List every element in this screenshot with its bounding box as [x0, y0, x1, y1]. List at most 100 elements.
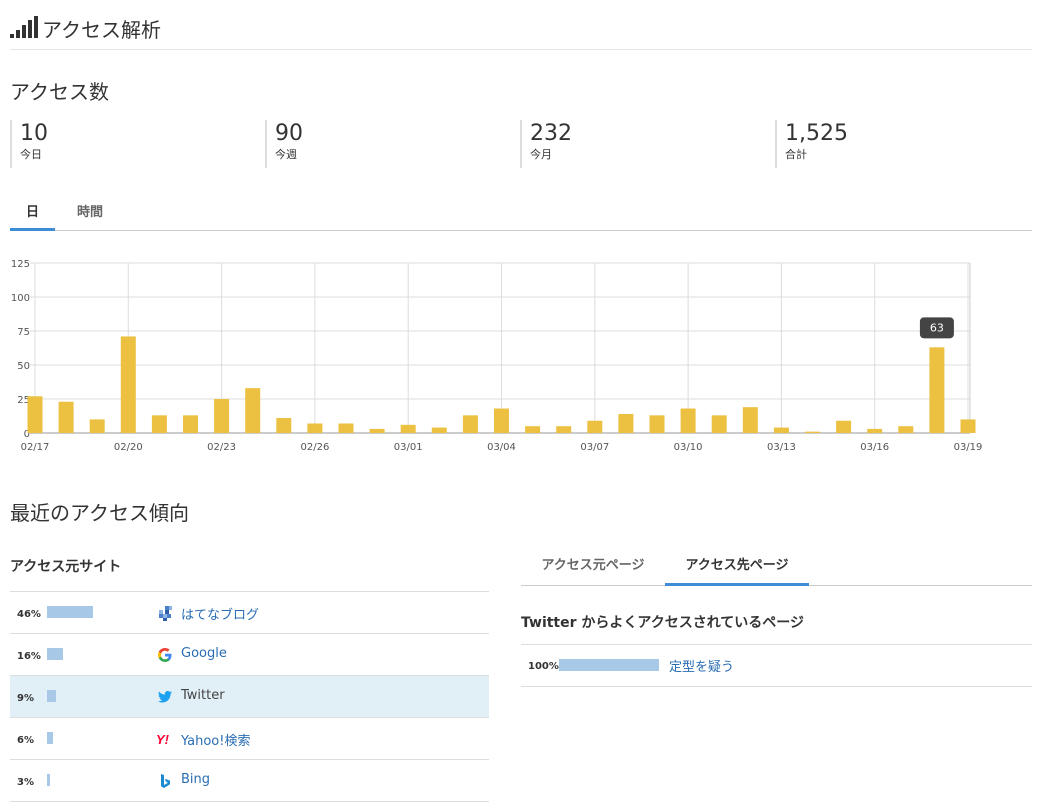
- x-tick-label: 03/16: [860, 442, 889, 453]
- x-tick-label: 03/07: [580, 442, 609, 453]
- source-name-twitter[interactable]: Twitter: [181, 688, 225, 703]
- source-percent: 46%: [17, 609, 41, 620]
- y-tick-label: 100: [11, 293, 30, 304]
- hatena-blog-icon: [159, 606, 172, 621]
- yahoo-icon: Y!: [156, 732, 170, 747]
- page-tabs: アクセス元ページ アクセス先ページ: [521, 543, 1032, 586]
- source-share-bar: [47, 648, 63, 660]
- bing-icon: [161, 774, 170, 788]
- source-percent: 3%: [17, 777, 34, 788]
- source-share-bar: [47, 774, 50, 786]
- bar-02/18: [58, 401, 74, 433]
- bar-02/23: [214, 399, 230, 433]
- source-row: 3% Bing: [10, 760, 489, 802]
- stat-label: 今週: [275, 148, 297, 161]
- bar-03/13: [773, 427, 789, 433]
- bar-03/15: [836, 420, 852, 433]
- bar-03/04: [494, 408, 509, 433]
- daily-access-chart: 025507510012502/17 02/20 02/23 02/26 03/01 03…: [11, 259, 983, 453]
- google-icon: [158, 648, 172, 662]
- stat-value: 90: [275, 121, 303, 146]
- bar-02/25: [276, 418, 292, 433]
- source-row-highlighted: 9% Twitter: [10, 676, 489, 718]
- bar-02/24: [245, 388, 261, 433]
- source-percent: 9%: [17, 693, 34, 704]
- destination-link[interactable]: 定型を疑う: [669, 656, 734, 675]
- tab-destination-pages[interactable]: アクセス先ページ: [665, 543, 809, 586]
- signal-bars-icon: [10, 16, 38, 38]
- y-tick-label: 75: [17, 327, 30, 338]
- stat-value: 1,525: [785, 121, 848, 146]
- tooltip-value: 63: [930, 321, 944, 334]
- stat-week: 90 今週: [265, 120, 303, 168]
- bar-02/28: [369, 428, 385, 433]
- bar-03/08: [618, 413, 634, 433]
- stats-row: 10 今日 90 今週 232 今月 1,525 合計: [10, 120, 1032, 168]
- x-tick-label: 02/23: [207, 442, 236, 453]
- destination-title: Twitter からよくアクセスされているページ: [521, 602, 1032, 645]
- bar-03/01: [400, 424, 416, 433]
- x-tick-label: 03/10: [674, 442, 703, 453]
- source-link-yahoo[interactable]: Yahoo!検索: [181, 730, 250, 749]
- stat-value: 232: [530, 121, 572, 146]
- access-sources-panel: アクセス元サイト 46% はてなブログ 16% Google 9% Twitte…: [10, 550, 489, 802]
- x-tick-label: 03/13: [767, 442, 796, 453]
- stat-total: 1,525 合計: [775, 120, 848, 168]
- bar-03/12: [742, 407, 758, 433]
- source-link-hatena[interactable]: はてなブログ: [181, 604, 259, 623]
- bar-02/19: [89, 419, 105, 433]
- bar-02/22: [183, 415, 198, 433]
- stat-label: 今月: [530, 148, 552, 161]
- bar-03/02: [431, 427, 447, 433]
- twitter-icon: [158, 691, 172, 703]
- source-share-bar: [47, 606, 93, 618]
- bar-03/07: [587, 420, 603, 433]
- source-link-bing[interactable]: Bing: [181, 772, 210, 787]
- source-share-bar: [47, 690, 56, 702]
- tab-hour[interactable]: 時間: [65, 194, 115, 231]
- source-row: 6% Y! Yahoo!検索: [10, 718, 489, 760]
- y-tick-label: 50: [17, 361, 30, 372]
- tab-source-pages[interactable]: アクセス元ページ: [521, 543, 665, 586]
- source-link-google[interactable]: Google: [181, 646, 227, 661]
- bar-03/11: [711, 415, 727, 433]
- y-tick-label: 125: [11, 259, 30, 270]
- sources-list: 46% はてなブログ 16% Google 9% Twitter 6% Y! Y…: [10, 592, 489, 802]
- source-row: 46% はてなブログ: [10, 592, 489, 634]
- bar-03/10: [680, 408, 696, 433]
- x-tick-label: 02/26: [300, 442, 329, 453]
- destination-row: 100% 定型を疑う: [521, 645, 1032, 687]
- bar-03/17: [898, 426, 914, 433]
- source-percent: 6%: [17, 735, 34, 746]
- stat-label: 今日: [20, 148, 42, 161]
- page-title: アクセス解析: [42, 18, 161, 42]
- x-tick-label: 03/01: [394, 442, 423, 453]
- bar-02/27: [338, 423, 354, 433]
- bar-03/09: [649, 415, 665, 433]
- bar-02/20: [120, 336, 136, 433]
- stat-value: 10: [20, 121, 48, 146]
- svg-text:Y!: Y!: [156, 732, 170, 747]
- bar-03/06: [556, 426, 572, 433]
- x-tick-label: 03/04: [487, 442, 516, 453]
- source-row: 16% Google: [10, 634, 489, 676]
- x-tick-label: 02/20: [114, 442, 143, 453]
- bar-03/16: [867, 428, 883, 433]
- bar-03/18: [929, 347, 945, 433]
- x-tick-label: 02/17: [21, 442, 50, 453]
- source-share-bar: [47, 732, 53, 744]
- trend-title: 最近のアクセス傾向: [10, 501, 189, 525]
- source-percent: 16%: [17, 651, 41, 662]
- page-header: アクセス解析: [10, 12, 1032, 50]
- destination-percent: 100%: [528, 661, 559, 672]
- bar-02/17: [27, 396, 43, 433]
- bar-03/19: [960, 419, 976, 433]
- tab-day[interactable]: 日: [10, 194, 55, 231]
- stat-label: 合計: [785, 148, 807, 161]
- access-count-title: アクセス数: [10, 80, 109, 104]
- sources-title: アクセス元サイト: [10, 550, 489, 592]
- stat-month: 232 今月: [520, 120, 572, 168]
- destination-share-bar: [559, 659, 659, 671]
- bar-03/14: [805, 431, 820, 433]
- bar-02/21: [151, 415, 167, 433]
